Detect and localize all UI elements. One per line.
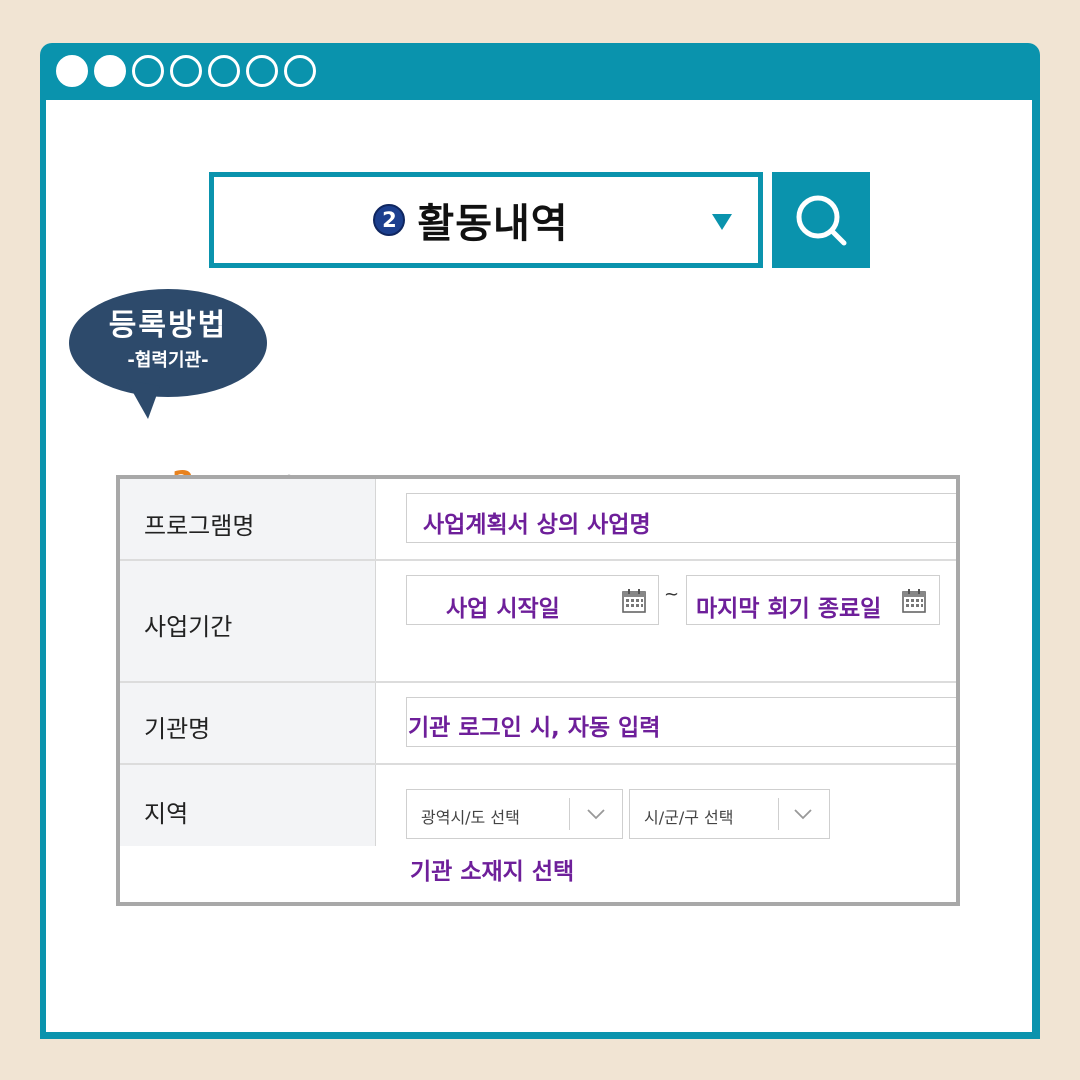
org-name-label: 기관명	[144, 715, 211, 743]
bubble-title: 등록방법	[108, 308, 228, 343]
region-label: 지역	[144, 800, 189, 828]
bubble-subtitle: -협력기관-	[127, 350, 209, 371]
program-name-hint: 사업계획서 상의 사업명	[423, 512, 651, 538]
progress-dot-3	[132, 55, 164, 87]
district-select[interactable]: 시/군/구 선택	[629, 789, 830, 839]
window-dots	[56, 55, 316, 87]
program-name-label: 프로그램명	[144, 512, 255, 540]
progress-dot-6	[246, 55, 278, 87]
search-icon	[796, 195, 847, 246]
dropdown-selected-value: 활동내역	[417, 201, 569, 247]
row-divider	[120, 559, 956, 561]
chevron-down-icon	[587, 809, 605, 820]
calendar-icon[interactable]	[621, 588, 647, 614]
province-select-value: 광역시/도 선택	[421, 808, 520, 827]
progress-dot-2	[94, 55, 126, 87]
chevron-down-icon	[794, 809, 812, 820]
speech-bubble: 등록방법 -협력기관-	[68, 288, 268, 419]
end-date-hint: 마지막 회기 종료일	[696, 596, 882, 622]
program-info-form: 프로그램명 사업계획서 상의 사업명 사업기간 사업 시작일 ~ 마지막 회기 …	[116, 475, 960, 906]
progress-dot-5	[208, 55, 240, 87]
date-separator: ~	[664, 584, 680, 605]
region-hint: 기관 소재지 선택	[410, 859, 575, 885]
browser-window: 2 활동내역 등록방법 -협력기관- 2 프로그램 정보 입력 ①	[40, 43, 1040, 1039]
search-button[interactable]	[772, 172, 870, 268]
org-name-hint: 기관 로그인 시, 자동 입력	[408, 715, 661, 741]
number-badge: 2	[373, 204, 406, 236]
dropdown-arrow-icon	[712, 214, 732, 230]
category-dropdown[interactable]: 2 활동내역	[209, 172, 763, 268]
window-content: 2 활동내역 등록방법 -협력기관- 2 프로그램 정보 입력 ①	[46, 100, 1032, 1032]
progress-dot-1	[56, 55, 88, 87]
progress-dot-4	[170, 55, 202, 87]
row-divider	[120, 763, 956, 765]
district-select-value: 시/군/구 선택	[644, 808, 734, 827]
calendar-icon[interactable]	[901, 588, 927, 614]
period-label: 사업기간	[144, 613, 233, 641]
progress-dot-7	[284, 55, 316, 87]
row-divider	[120, 681, 956, 683]
start-date-hint: 사업 시작일	[446, 596, 560, 622]
province-select[interactable]: 광역시/도 선택	[406, 789, 623, 839]
